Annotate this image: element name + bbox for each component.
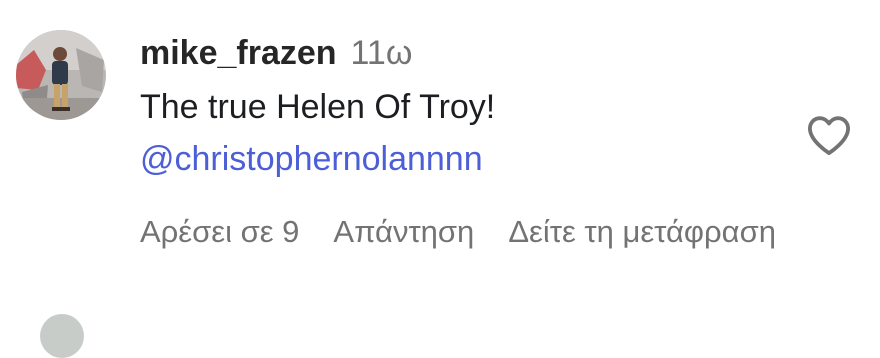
timestamp[interactable]: 11ω (351, 34, 413, 73)
heart-outline-icon (808, 116, 850, 156)
mention-link[interactable]: @christophernolannnn (140, 140, 483, 179)
next-comment-avatar[interactable] (40, 314, 84, 358)
see-translation-button[interactable]: Δείτε τη μετάφραση (508, 214, 776, 250)
comment-text: The true Helen Of Troy! (140, 88, 496, 126)
avatar-image (16, 30, 106, 120)
reply-button[interactable]: Απάντηση (333, 214, 474, 250)
username-link[interactable]: mike_frazen (140, 34, 337, 73)
comment-item: mike_frazen 11ω The true Helen Of Troy! … (0, 0, 880, 358)
likes-count-button[interactable]: Αρέσει σε 9 (140, 214, 299, 250)
comment-header: mike_frazen 11ω (140, 34, 412, 82)
avatar[interactable] (16, 30, 106, 120)
comment-actions: Αρέσει σε 9 Απάντηση Δείτε τη μετάφραση (140, 214, 776, 250)
like-button[interactable] (806, 114, 852, 156)
